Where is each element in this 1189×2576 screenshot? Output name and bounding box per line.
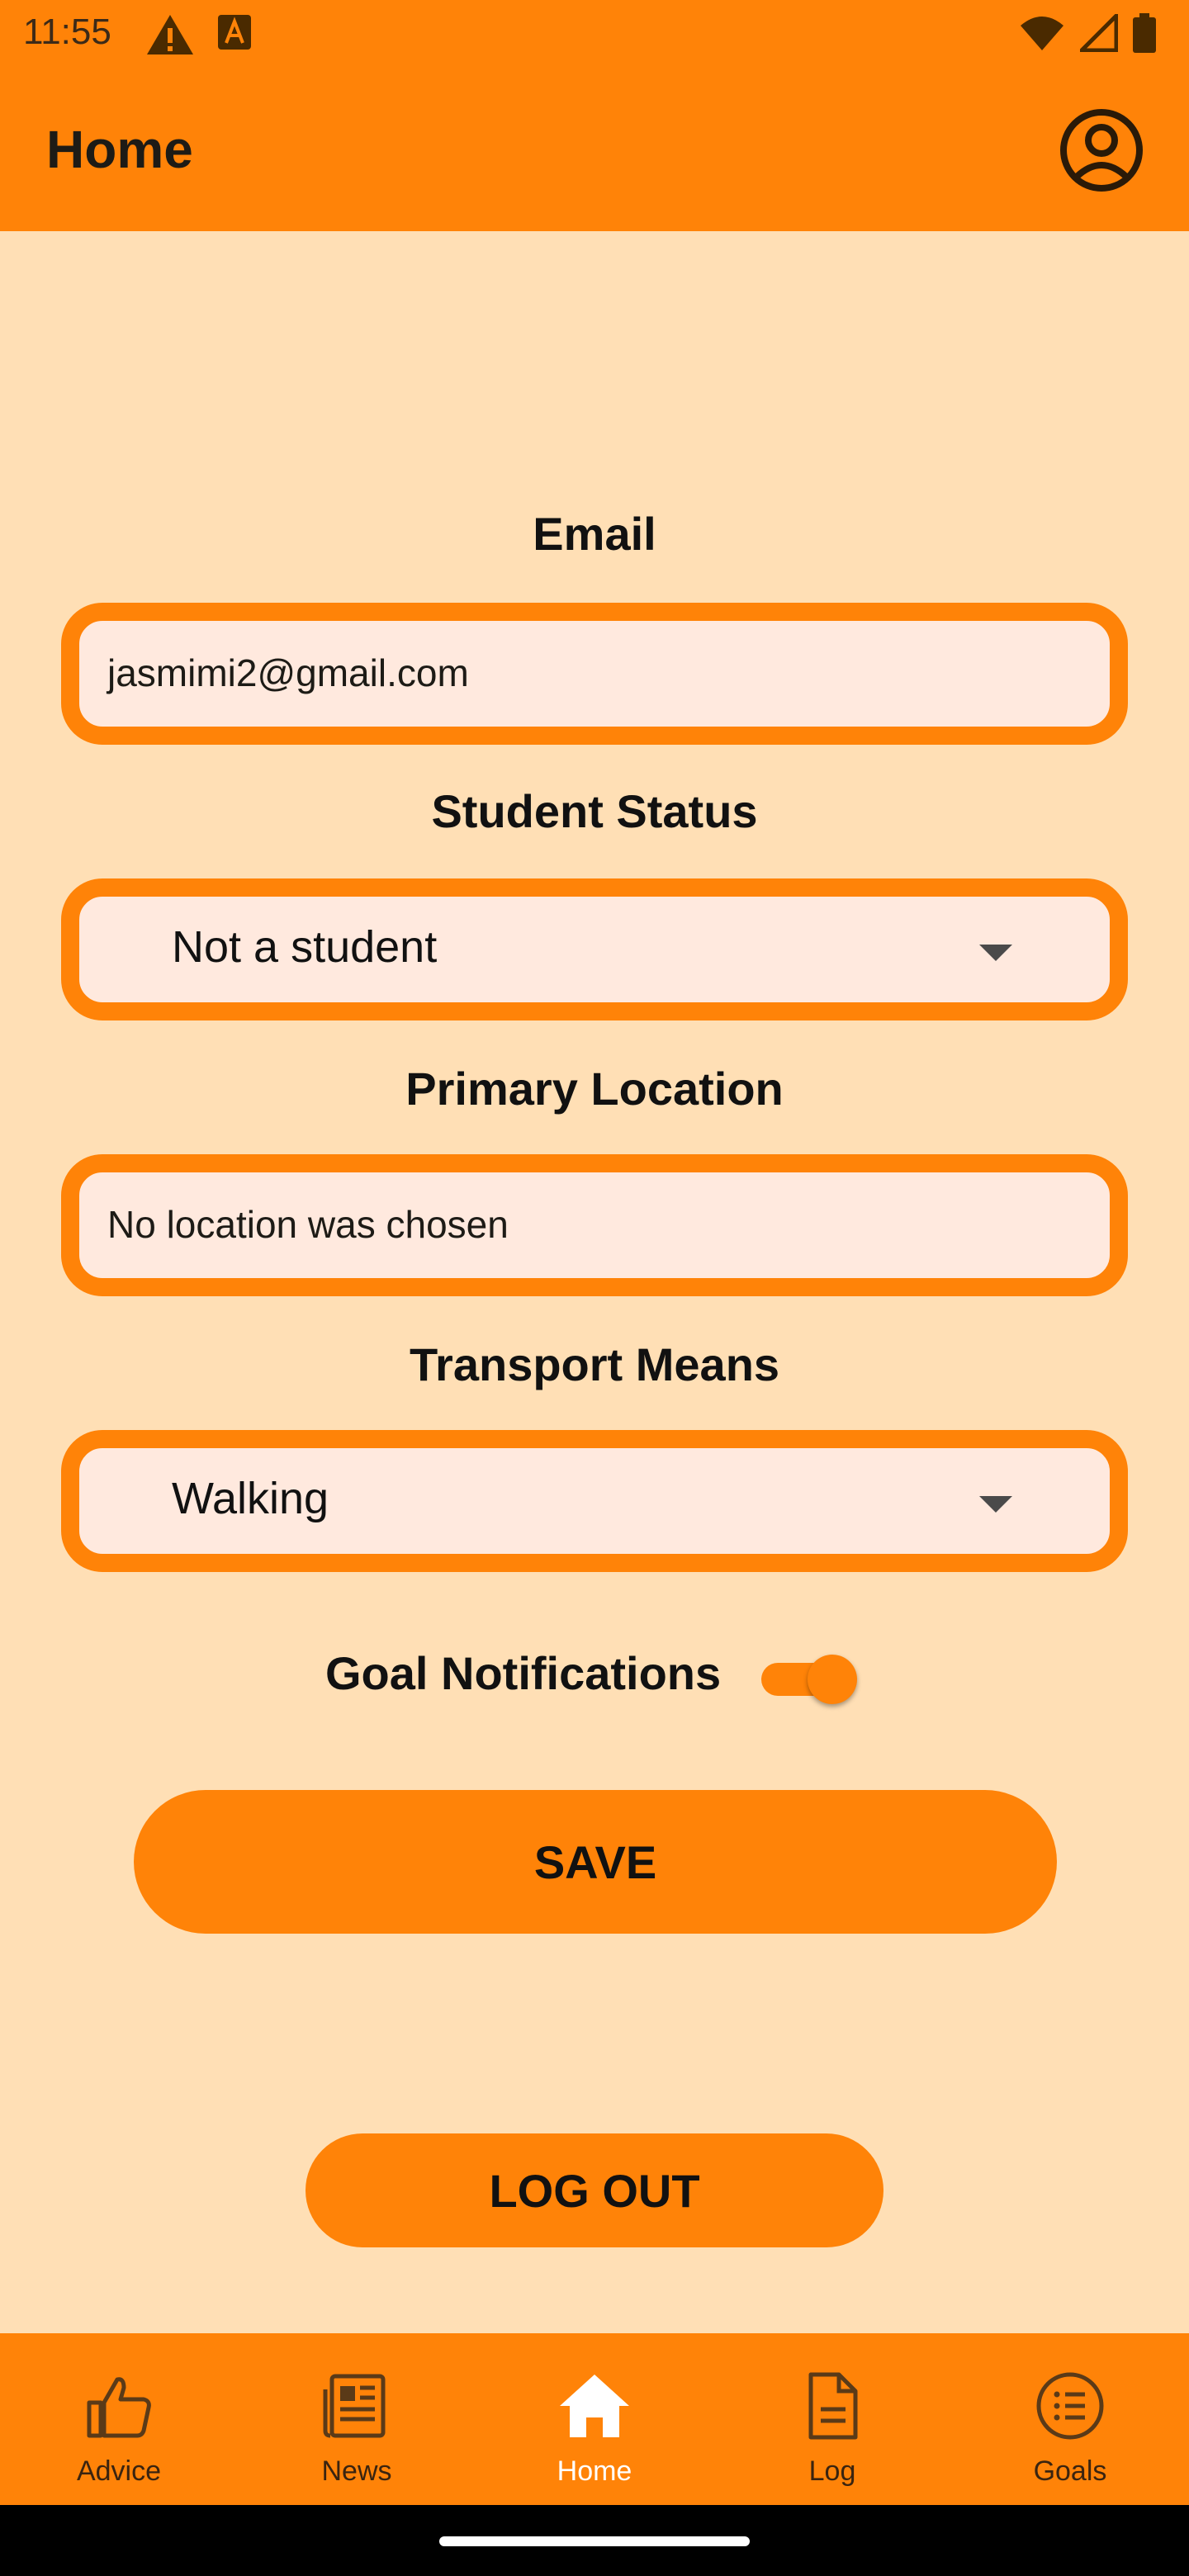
system-nav-bar [0,2505,1189,2576]
nav-item-goals[interactable]: Goals [951,2333,1189,2505]
battery-icon [1133,13,1156,53]
status-time: 11:55 [23,12,111,52]
student-status-selected: Not a student [172,922,438,972]
home-icon [560,2375,629,2437]
nav-label-goals: Goals [1033,2455,1107,2487]
thumbs-up-icon [87,2377,151,2438]
logout-button[interactable]: LOG OUT [306,2133,883,2247]
save-button[interactable]: SAVE [134,1790,1057,1934]
status-right-icons [1019,13,1156,53]
newspaper-icon [323,2374,386,2438]
list-circle-icon [1036,2372,1104,2440]
gesture-handle[interactable] [439,2536,750,2546]
email-value: jasmimi2@gmail.com [107,651,469,694]
primary-location-field[interactable]: No location was chosen [61,1154,1128,1296]
nav-label-news: News [321,2455,392,2487]
warning-icon [147,15,193,54]
primary-location-value: No location was chosen [107,1203,509,1246]
nav-label-home: Home [557,2455,632,2487]
app-bar: Home [0,69,1189,231]
text-a-icon [218,15,251,50]
toggle-thumb [808,1655,857,1704]
student-status-dropdown[interactable]: Not a student [61,878,1128,1020]
goal-notifications-row: Goal Notifications [0,1643,1189,1709]
chevron-down-icon [979,945,1012,961]
transport-means-label: Transport Means [409,1338,780,1390]
nav-item-news[interactable]: News [238,2333,476,2505]
goal-notifications-label: Goal Notifications [325,1647,722,1699]
status-bar: 11:55 [0,0,1189,69]
status-left-icons [145,13,253,56]
page-title: Home [46,120,193,179]
chevron-down-icon [979,1496,1012,1513]
profile-button[interactable] [1059,107,1144,193]
signal-icon [1080,14,1118,52]
account-circle-icon [1060,109,1143,192]
student-status-label: Student Status [431,785,758,837]
nav-item-log[interactable]: Log [713,2333,951,2505]
primary-location-label: Primary Location [405,1063,784,1115]
transport-means-selected: Walking [172,1474,329,1523]
transport-means-dropdown[interactable]: Walking [61,1430,1128,1572]
nav-item-advice[interactable]: Advice [0,2333,238,2505]
document-icon [808,2372,858,2440]
nav-label-advice: Advice [76,2455,162,2487]
goal-notifications-toggle[interactable] [756,1653,857,1704]
wifi-icon [1021,17,1063,50]
nav-item-home[interactable]: Home [476,2333,713,2505]
email-field[interactable]: jasmimi2@gmail.com [61,603,1128,745]
nav-label-log: Log [808,2455,856,2487]
email-label: Email [533,508,656,560]
bottom-nav: Advice News Home Log Goals [0,2333,1189,2505]
